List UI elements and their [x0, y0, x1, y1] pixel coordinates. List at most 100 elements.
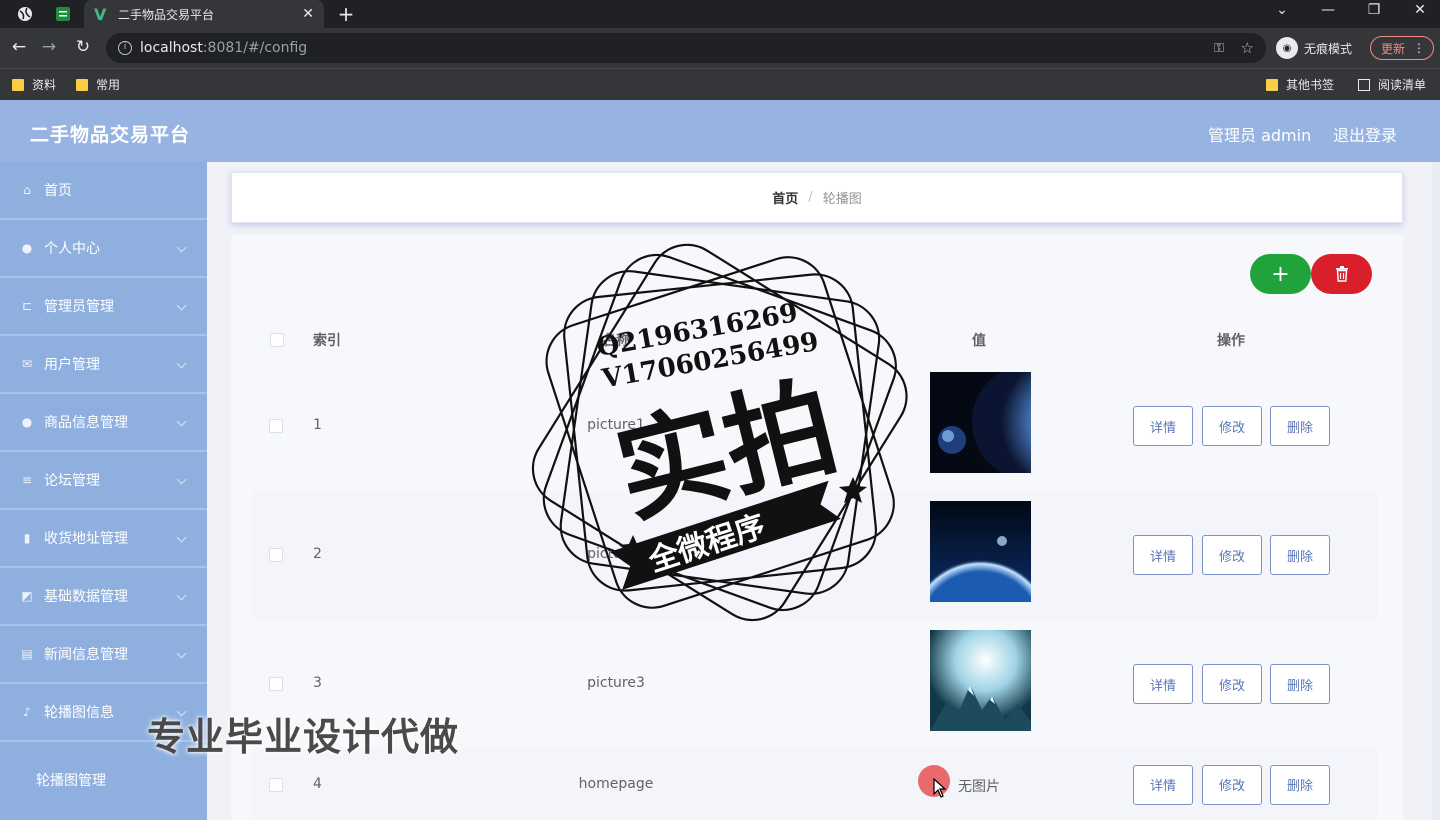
crop-icon: ⊏: [21, 299, 33, 313]
active-tab[interactable]: V 二手物品交易平台 ✕: [84, 0, 324, 28]
bookmark-label: 常用: [96, 78, 121, 92]
detail-button[interactable]: 详情: [1133, 406, 1193, 446]
batch-delete-button[interactable]: [1311, 254, 1372, 294]
news-icon: ▤: [21, 647, 33, 661]
restore-icon[interactable]: ❐: [1364, 2, 1384, 18]
col-header-actions: 操作: [1217, 333, 1245, 349]
sidebar-item-label: 新闻信息管理: [44, 647, 128, 663]
reload-icon[interactable]: ↻: [72, 36, 94, 58]
row-checkbox[interactable]: [269, 419, 283, 433]
sidebar-item-label: 轮播图信息: [44, 705, 114, 721]
new-tab-icon[interactable]: +: [336, 2, 356, 26]
sidebar-item-label: 个人中心: [44, 241, 100, 257]
sidebar-item-1[interactable]: ● 个人中心: [0, 220, 207, 278]
bookmark-folder[interactable]: 资料: [12, 76, 56, 93]
row-checkbox[interactable]: [269, 548, 283, 562]
breadcrumb: 首页 / 轮播图: [231, 172, 1403, 223]
row-checkbox[interactable]: [269, 777, 283, 792]
update-label: 更新: [1381, 41, 1406, 56]
detail-button[interactable]: 详情: [1133, 535, 1193, 575]
edit-button[interactable]: 修改: [1202, 764, 1262, 805]
vue-logo-icon: V: [94, 4, 107, 24]
globe-icon[interactable]: [14, 4, 36, 24]
no-image-text: 无图片: [958, 778, 1000, 795]
chevron-down-icon: [176, 300, 187, 311]
add-button[interactable]: +: [1250, 254, 1311, 294]
app-header: 二手物品交易平台 管理员 admin 退出登录: [0, 100, 1440, 162]
detail-button[interactable]: 详情: [1133, 764, 1193, 805]
breadcrumb-home[interactable]: 首页: [772, 188, 798, 207]
password-key-icon[interactable]: ⚿: [1214, 41, 1224, 56]
url-field[interactable]: i localhost:8081/#/config ⚿ ☆: [106, 33, 1266, 63]
chart-icon: ▮: [23, 531, 31, 545]
incognito-icon: ◉: [1276, 37, 1298, 59]
bookmark-label: 阅读清单: [1378, 78, 1427, 92]
mouse-cursor-icon: [933, 778, 947, 798]
cell-name: homepage: [578, 775, 654, 792]
breadcrumb-current: 轮播图: [822, 192, 862, 207]
carousel-image[interactable]: [930, 630, 1031, 731]
sidebar-item-label: 用户管理: [44, 357, 100, 373]
users-icon: ✉: [21, 357, 33, 371]
watermark-stamp: Q2196316269 V17060256499 实拍 全微程序: [531, 243, 908, 622]
data-icon: ◩: [21, 589, 33, 603]
home-icon: ⌂: [23, 183, 31, 197]
site-info-icon[interactable]: i: [118, 41, 132, 55]
sidebar-item-6[interactable]: ▮ 收货地址管理: [0, 510, 207, 568]
edit-button[interactable]: 修改: [1202, 406, 1262, 446]
col-header-index: 索引: [313, 333, 341, 349]
cell-index: 2: [313, 546, 322, 562]
close-window-icon[interactable]: ✕: [1410, 2, 1430, 18]
delete-button[interactable]: 删除: [1270, 535, 1330, 575]
reading-list[interactable]: 阅读清单: [1358, 76, 1426, 93]
select-all-checkbox[interactable]: [270, 333, 284, 347]
sidebar-item-2[interactable]: ⊏ 管理员管理: [0, 278, 207, 336]
trash-icon: [1335, 266, 1348, 282]
sidebar-item-label: 收货地址管理: [44, 531, 128, 547]
back-icon[interactable]: ←: [8, 36, 30, 58]
delete-button[interactable]: 删除: [1270, 764, 1330, 805]
tab-search-icon[interactable]: ⌄: [1272, 2, 1292, 18]
sidebar-item-8[interactable]: ▤ 新闻信息管理: [0, 626, 207, 684]
reading-list-icon: [1358, 78, 1370, 91]
folder-icon: [12, 78, 24, 91]
folder-icon: [76, 78, 88, 91]
person-icon: ●: [21, 415, 33, 429]
edit-button[interactable]: 修改: [1202, 535, 1262, 575]
pinned-tab-icon[interactable]: [52, 4, 74, 24]
close-tab-icon[interactable]: ✕: [302, 6, 314, 22]
other-bookmarks[interactable]: 其他书签: [1266, 76, 1334, 93]
sidebar-item-label: 首页: [44, 183, 72, 199]
chevron-down-icon: [176, 590, 187, 601]
sidebar-item-4[interactable]: ● 商品信息管理: [0, 394, 207, 452]
sidebar-item-0[interactable]: ⌂ 首页: [0, 162, 207, 220]
delete-button[interactable]: 删除: [1270, 664, 1330, 704]
edit-button[interactable]: 修改: [1202, 664, 1262, 704]
forward-icon[interactable]: →: [38, 36, 60, 58]
bookmark-label: 资料: [32, 78, 57, 92]
carousel-image[interactable]: [930, 364, 1088, 480]
col-header-value: 值: [972, 333, 986, 349]
carousel-image[interactable]: [930, 501, 1031, 602]
url-host: localhost: [140, 40, 203, 56]
delete-button[interactable]: 删除: [1270, 406, 1330, 446]
bookmark-folder[interactable]: 常用: [76, 76, 120, 93]
incognito-label: 无痕模式: [1304, 41, 1353, 56]
detail-button[interactable]: 详情: [1133, 664, 1193, 704]
more-menu-icon[interactable]: ⋮: [1413, 41, 1425, 55]
user-icon: ●: [21, 241, 33, 255]
app-title: 二手物品交易平台: [30, 124, 191, 146]
logout-link[interactable]: 退出登录: [1333, 122, 1397, 146]
row-checkbox[interactable]: [269, 677, 283, 691]
update-button[interactable]: 更新 ⋮: [1370, 36, 1434, 60]
cell-index: 1: [313, 417, 322, 433]
minimize-icon[interactable]: —: [1318, 2, 1338, 18]
sidebar-item-label: 管理员管理: [44, 299, 114, 315]
promo-overlay-text: 专业毕业设计代做: [147, 715, 460, 759]
sidebar-item-5[interactable]: ≡ 论坛管理: [0, 452, 207, 510]
sidebar-item-3[interactable]: ✉ 用户管理: [0, 336, 207, 394]
sidebar-item-7[interactable]: ◩ 基础数据管理: [0, 568, 207, 626]
incognito-indicator[interactable]: ◉ 无痕模式: [1276, 37, 1352, 59]
bookmark-star-icon[interactable]: ☆: [1241, 39, 1254, 57]
bookmarks-bar: 资料 常用 其他书签 阅读清单: [0, 68, 1440, 100]
